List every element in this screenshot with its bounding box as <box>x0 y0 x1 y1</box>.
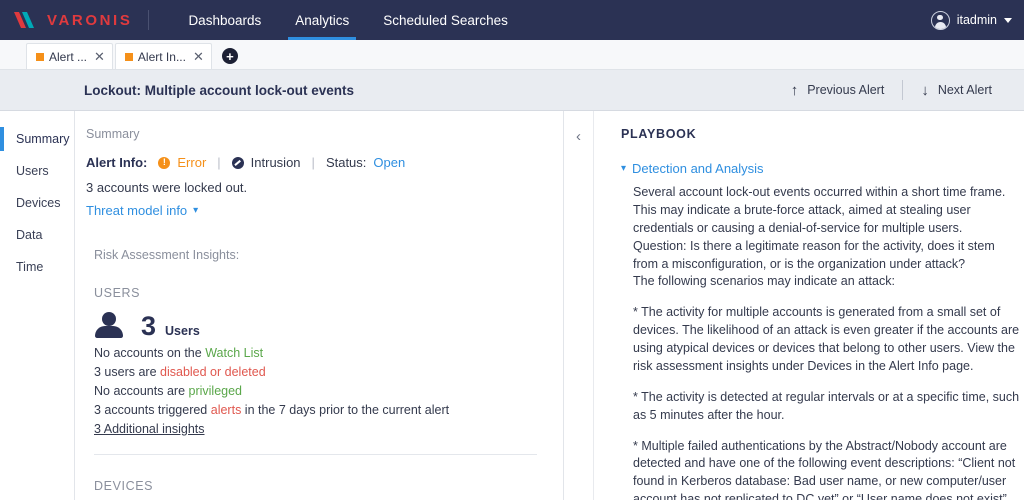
sidebar-item-devices[interactable]: Devices <box>0 187 74 219</box>
insight-highlight: alerts <box>211 403 242 417</box>
insight-text: 3 users are <box>94 365 160 379</box>
varonis-logo-icon <box>14 10 42 30</box>
insight-highlight: disabled or deleted <box>160 365 266 379</box>
status-label: Status: <box>326 155 366 170</box>
chevron-down-icon: ▾ <box>621 163 626 174</box>
insight-highlight: Watch List <box>205 346 263 360</box>
brand-divider <box>148 10 149 30</box>
playbook-paragraph: * Multiple failed authentications by the… <box>621 438 1021 500</box>
separator: | <box>308 155 319 170</box>
nav-item-analytics[interactable]: Analytics <box>278 0 366 40</box>
nav-item-scheduled-searches[interactable]: Scheduled Searches <box>366 0 525 40</box>
category-badge: Intrusion <box>251 155 301 170</box>
users-count-label: Users <box>165 324 200 338</box>
additional-insights-link[interactable]: 3 Additional insights <box>94 422 545 436</box>
nav-item-dashboards[interactable]: Dashboards <box>171 0 278 40</box>
arrow-down-icon: ↓ <box>921 83 929 98</box>
playbook-panel: ‹ PLAYBOOK ▾ Detection and Analysis Seve… <box>564 111 1024 500</box>
content-area: Summary Users Devices Data Time Summary … <box>0 111 1024 500</box>
playbook-section-detection-and-analysis[interactable]: ▾ Detection and Analysis <box>621 161 1024 176</box>
left-sidebar: Summary Users Devices Data Time <box>0 111 75 500</box>
threat-model-info-link[interactable]: Threat model info ▾ <box>86 203 198 218</box>
insight-privileged: No accounts are privileged <box>94 384 545 398</box>
error-circle-icon: ! <box>158 157 170 169</box>
tab-status-dot-icon <box>125 53 133 61</box>
alert-header-bar: Lockout: Multiple account lock-out event… <box>0 70 1024 111</box>
users-group-title: USERS <box>94 286 545 300</box>
user-avatar-icon <box>931 11 950 30</box>
next-alert-label: Next Alert <box>938 83 992 97</box>
tab-label: Alert In... <box>138 50 186 64</box>
playbook-title: PLAYBOOK <box>621 127 1024 141</box>
application-window: VARONIS Dashboards Analytics Scheduled S… <box>0 0 1024 500</box>
close-icon[interactable]: ✕ <box>92 50 105 63</box>
playbook-paragraph: Several account lock-out events occurred… <box>621 184 1021 291</box>
playbook-collapse-column: ‹ <box>564 111 594 500</box>
insight-watchlist: No accounts on the Watch List <box>94 346 545 360</box>
sidebar-item-summary[interactable]: Summary <box>0 123 74 155</box>
alert-info-label: Alert Info: <box>86 155 147 170</box>
previous-alert-button[interactable]: ↑ Previous Alert <box>773 83 903 98</box>
insight-disabled-deleted: 3 users are disabled or deleted <box>94 365 545 379</box>
tab-status-dot-icon <box>36 53 44 61</box>
close-icon[interactable]: ✕ <box>191 50 204 63</box>
tab-alert-1[interactable]: Alert ... ✕ <box>26 43 113 69</box>
next-alert-button[interactable]: ↓ Next Alert <box>903 83 1010 98</box>
top-navigation-bar: VARONIS Dashboards Analytics Scheduled S… <box>0 0 1024 40</box>
threat-model-info-label: Threat model info <box>86 203 187 218</box>
insight-text: No accounts on the <box>94 346 205 360</box>
insight-text: No accounts are <box>94 384 189 398</box>
chevron-down-icon: ▾ <box>193 205 198 216</box>
tab-strip: Alert ... ✕ Alert In... ✕ + <box>0 40 1024 70</box>
alert-info-row: Alert Info: ! Error | Intrusion | Status… <box>86 155 545 170</box>
alert-navigation: ↑ Previous Alert ↓ Next Alert <box>773 80 1010 100</box>
person-icon <box>94 312 124 340</box>
user-menu[interactable]: itadmin <box>919 0 1024 40</box>
users-stat: 3 Users <box>94 312 545 340</box>
separator: | <box>213 155 224 170</box>
devices-group-title: DEVICES <box>94 479 545 493</box>
section-divider <box>94 454 537 455</box>
tab-alert-2[interactable]: Alert In... ✕ <box>115 43 212 69</box>
alert-description: 3 accounts were locked out. <box>86 180 545 195</box>
summary-heading: Summary <box>86 127 545 141</box>
playbook-content: PLAYBOOK ▾ Detection and Analysis Severa… <box>594 111 1024 500</box>
tab-label: Alert ... <box>49 50 87 64</box>
main-nav-items: Dashboards Analytics Scheduled Searches <box>171 0 524 40</box>
risk-assessment-label: Risk Assessment Insights: <box>94 248 545 262</box>
chevron-down-icon <box>1004 18 1012 23</box>
sidebar-item-users[interactable]: Users <box>0 155 74 187</box>
sidebar-item-time[interactable]: Time <box>0 251 74 283</box>
sidebar-item-data[interactable]: Data <box>0 219 74 251</box>
previous-alert-label: Previous Alert <box>807 83 884 97</box>
add-tab-button[interactable]: + <box>222 48 238 64</box>
insight-text: 3 accounts triggered <box>94 403 211 417</box>
intrusion-icon <box>232 157 244 169</box>
playbook-paragraph: * The activity for multiple accounts is … <box>621 304 1021 376</box>
insight-highlight: privileged <box>189 384 243 398</box>
chevron-left-icon[interactable]: ‹ <box>576 129 581 500</box>
summary-panel: Summary Alert Info: ! Error | Intrusion … <box>75 111 564 500</box>
brand-name: VARONIS <box>47 12 132 29</box>
severity-badge: Error <box>177 155 206 170</box>
status-badge[interactable]: Open <box>373 155 405 170</box>
users-count: 3 <box>141 313 156 340</box>
user-name-label: itadmin <box>957 13 997 27</box>
brand-logo[interactable]: VARONIS <box>0 0 148 40</box>
arrow-up-icon: ↑ <box>791 83 799 98</box>
insight-alerts: 3 accounts triggered alerts in the 7 day… <box>94 403 545 417</box>
playbook-section-label: Detection and Analysis <box>632 161 764 176</box>
page-title: Lockout: Multiple account lock-out event… <box>84 83 354 98</box>
insight-text-post: in the 7 days prior to the current alert <box>241 403 449 417</box>
playbook-paragraph: * The activity is detected at regular in… <box>621 389 1021 425</box>
